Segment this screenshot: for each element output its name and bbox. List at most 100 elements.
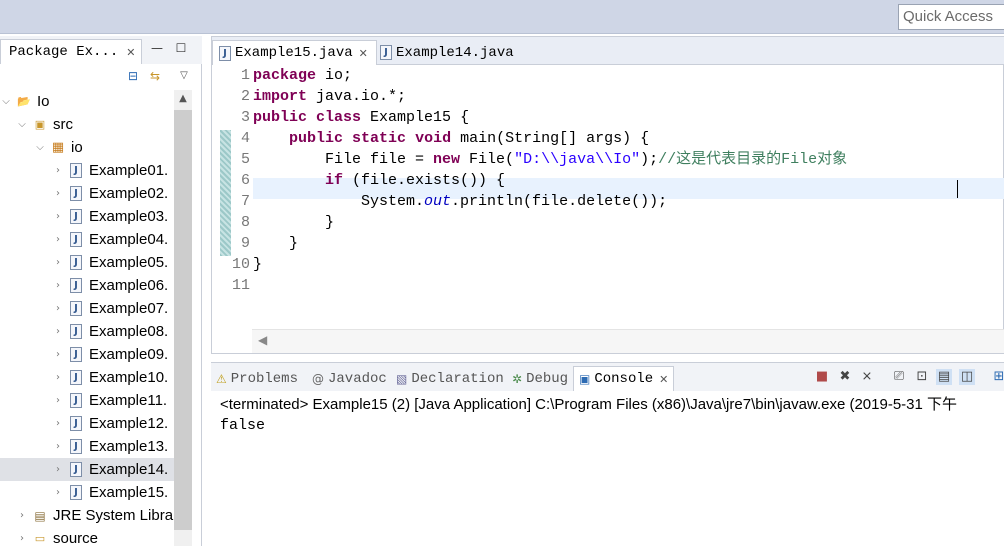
package-tree: ⌵ 📂 Io ⌵ ▣ src ⌵ ▦ io › J Example01. › J Example02. › J E…: [0, 90, 174, 546]
tree-item-label: Example08.: [89, 323, 169, 340]
collapse-arrow-icon[interactable]: ›: [16, 533, 28, 544]
java-file-icon: J: [70, 462, 82, 477]
remove-launch-icon[interactable]: ✖: [837, 369, 853, 385]
collapse-arrow-icon[interactable]: ›: [52, 257, 64, 268]
tree-item[interactable]: ⌵ ▦ io: [0, 136, 174, 159]
collapse-arrow-icon[interactable]: ›: [16, 510, 28, 521]
tab-package-explorer[interactable]: Package Ex... ✕: [0, 39, 143, 64]
console-tabbar: ⚠ Problems @ Javadoc ▧ Declaration ✲ Debug ▣ Cons…: [211, 363, 1004, 391]
scrollbar-thumb[interactable]: [174, 110, 192, 530]
console-tab-label: Console: [594, 371, 654, 387]
line-number: 10: [231, 256, 250, 273]
tree-item-label: Example13.: [89, 438, 169, 455]
tree-item[interactable]: › J Example04.: [0, 228, 174, 251]
tree-item[interactable]: › J Example13.: [0, 435, 174, 458]
maximize-icon[interactable]: ☐: [174, 42, 188, 56]
close-icon[interactable]: ✕: [126, 46, 135, 59]
collapse-arrow-icon[interactable]: ›: [52, 395, 64, 406]
line-number: 8: [240, 214, 250, 231]
javadoc-icon: @: [312, 371, 324, 386]
collapse-arrow-icon[interactable]: ›: [52, 372, 64, 383]
tree-item-label: Example07.: [89, 300, 169, 317]
collapse-arrow-icon[interactable]: ›: [52, 349, 64, 360]
tree-item[interactable]: ⌵ 📂 Io: [0, 90, 174, 113]
tab-debug[interactable]: ✲ Debug: [507, 366, 573, 391]
tree-item[interactable]: › J Example06.: [0, 274, 174, 297]
tree-item[interactable]: › J Example15.: [0, 481, 174, 504]
show-console-icon[interactable]: ▤: [936, 369, 952, 385]
minimize-icon[interactable]: —: [150, 42, 164, 56]
collapse-arrow-icon[interactable]: ›: [52, 418, 64, 429]
collapse-arrow-icon[interactable]: ›: [52, 303, 64, 314]
tree-item[interactable]: › J Example11.: [0, 389, 174, 412]
tree-item[interactable]: › J Example12.: [0, 412, 174, 435]
expand-arrow-icon[interactable]: ⌵: [34, 142, 46, 153]
console-output: false: [220, 417, 266, 434]
tab-example14-java[interactable]: J Example14.java: [374, 40, 522, 65]
tree-item[interactable]: › J Example07.: [0, 297, 174, 320]
tree-item[interactable]: › J Example14.: [0, 458, 174, 481]
collapse-arrow-icon[interactable]: ›: [52, 441, 64, 452]
tab-declaration[interactable]: ▧ Declaration: [391, 366, 509, 391]
tree-item[interactable]: › J Example10.: [0, 366, 174, 389]
tree-item[interactable]: › J Example03.: [0, 205, 174, 228]
collapse-arrow-icon[interactable]: ›: [52, 464, 64, 475]
tab-problems[interactable]: ⚠ Problems: [211, 366, 303, 391]
collapse-arrow-icon[interactable]: ›: [52, 280, 64, 291]
scroll-up-icon[interactable]: ▲: [174, 90, 192, 108]
tree-item-label: Example14.: [89, 461, 169, 478]
code-area[interactable]: package io; import java.io.*; public cla…: [253, 65, 1004, 329]
link-with-editor-icon[interactable]: ⇆: [147, 68, 163, 84]
tree-item-label: Example04.: [89, 231, 169, 248]
close-icon[interactable]: ✕: [659, 373, 668, 386]
java-file-icon: J: [70, 370, 82, 385]
tree-item[interactable]: › J Example09.: [0, 343, 174, 366]
collapse-arrow-icon[interactable]: ›: [52, 487, 64, 498]
remove-all-terminated-icon[interactable]: ⨯: [859, 369, 875, 385]
line-number: 3: [240, 109, 250, 126]
close-icon[interactable]: ✕: [359, 47, 368, 60]
editor-horizontal-scrollbar[interactable]: ◀: [252, 329, 1004, 353]
tree-item[interactable]: › J Example08.: [0, 320, 174, 343]
view-menu-icon[interactable]: ▽: [176, 68, 192, 84]
collapse-arrow-icon[interactable]: ›: [52, 234, 64, 245]
line-number: 4: [240, 130, 250, 147]
tree-item[interactable]: › ▭ source: [0, 527, 174, 546]
tab-example15-java[interactable]: J Example15.java ✕: [212, 40, 377, 65]
tree-item[interactable]: › J Example01.: [0, 159, 174, 182]
editor-tabbar: J Example15.java ✕ J Example14.java: [212, 37, 1004, 65]
tree-item-label: Example01.: [89, 162, 169, 179]
clear-console-icon[interactable]: ⎚: [891, 369, 907, 385]
debug-icon: ✲: [512, 371, 523, 386]
java-editor: J Example15.java ✕ J Example14.java 1 2 3 4…: [211, 36, 1004, 354]
console-icon: ▣: [579, 372, 591, 386]
collapse-arrow-icon[interactable]: ›: [52, 165, 64, 176]
tree-item[interactable]: ⌵ ▣ src: [0, 113, 174, 136]
collapse-arrow-icon[interactable]: ›: [52, 211, 64, 222]
tab-javadoc[interactable]: @ Javadoc: [307, 366, 392, 391]
open-console-icon[interactable]: ⊞: [991, 369, 1004, 385]
tree-item[interactable]: › J Example05.: [0, 251, 174, 274]
scroll-lock-icon[interactable]: ⊡: [914, 369, 930, 385]
java-file-icon: J: [219, 45, 231, 61]
tree-item[interactable]: › ▤ JRE System Libra: [0, 504, 174, 527]
collapse-arrow-icon[interactable]: ›: [52, 326, 64, 337]
pin-console-icon[interactable]: ◫: [959, 369, 975, 385]
tree-item-label: src: [53, 116, 73, 133]
tree-item[interactable]: › J Example02.: [0, 182, 174, 205]
terminate-icon[interactable]: ■: [814, 369, 830, 385]
collapse-all-icon[interactable]: ⊟: [125, 68, 141, 84]
collapse-arrow-icon[interactable]: ›: [52, 188, 64, 199]
java-file-icon: J: [70, 301, 82, 316]
code-line: }: [253, 214, 335, 231]
console-tab-label: Problems: [230, 370, 298, 387]
tab-console[interactable]: ▣ Console ✕: [573, 366, 675, 391]
scroll-left-icon[interactable]: ◀: [258, 333, 267, 347]
line-number: 7: [240, 193, 250, 210]
main-toolbar: Quick Access: [0, 0, 1004, 34]
line-number-gutter: 1 2 3 4 5 6 7 8 9 10 11: [212, 65, 252, 329]
expand-arrow-icon[interactable]: ⌵: [0, 96, 12, 107]
expand-arrow-icon[interactable]: ⌵: [16, 119, 28, 130]
change-ruler: [220, 130, 231, 256]
quick-access-input[interactable]: Quick Access: [898, 4, 1004, 30]
